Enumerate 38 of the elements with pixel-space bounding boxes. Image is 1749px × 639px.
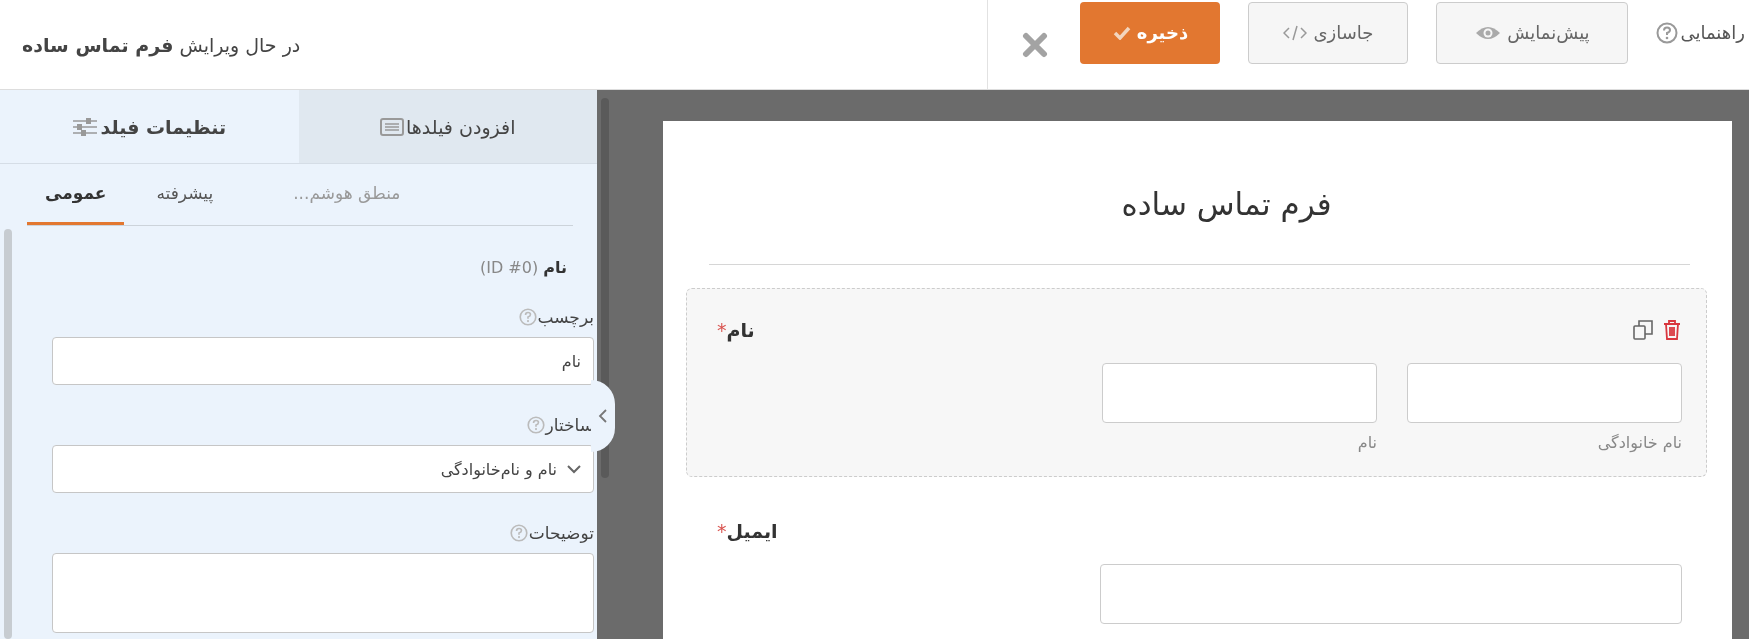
check-icon [1112,25,1131,40]
structure-dropdown[interactable]: نام و نام‌خانوادگی [52,445,594,493]
help-icon[interactable] [509,524,528,542]
copy-icon[interactable] [1632,319,1654,341]
list-icon [380,117,405,136]
form-title: فرم تماس ساده [1120,186,1333,222]
sliders-icon [72,116,99,137]
setting-label: برچسب [537,307,594,327]
chevron-down-icon [567,464,581,474]
email-field[interactable] [1100,564,1682,624]
settings-tab[interactable]: عمومی [27,164,125,225]
form-field[interactable]: ایمیل* [686,489,1707,639]
field-label: ایمیل* [717,520,778,542]
preview-button[interactable]: پیش‌نمایش [1436,1,1629,64]
help-icon[interactable] [518,308,537,326]
required-mark: * [717,319,727,341]
code-icon [1283,24,1308,41]
description-field[interactable] [52,553,594,633]
help-link[interactable]: راهنمایی [1656,21,1745,44]
help-icon [1656,21,1679,44]
setting-label: توضیحات [528,523,594,543]
text-field[interactable] [1407,363,1682,423]
required-mark: * [717,520,727,542]
scrollbar[interactable] [4,229,12,639]
form-field[interactable]: نام* نام خانوادگی نام [686,288,1707,477]
scrollbar[interactable] [601,98,609,478]
panel-tab[interactable]: افزودن فیلدها [298,90,597,163]
sublabel: نام خانوادگی [1597,433,1682,452]
page-title: در حال ویرایش فرم تماس ساده [21,33,301,56]
text-field[interactable] [1102,363,1377,423]
sublabel: نام [1357,433,1377,452]
label-field[interactable]: نام [52,337,594,385]
eye-icon [1475,24,1502,41]
embed-button[interactable]: جاسازی [1248,1,1409,64]
trash-icon[interactable] [1662,319,1682,341]
settings-tab[interactable]: پیشرفته [138,164,232,225]
field-label: نام* [717,319,755,341]
help-icon[interactable] [526,416,545,434]
